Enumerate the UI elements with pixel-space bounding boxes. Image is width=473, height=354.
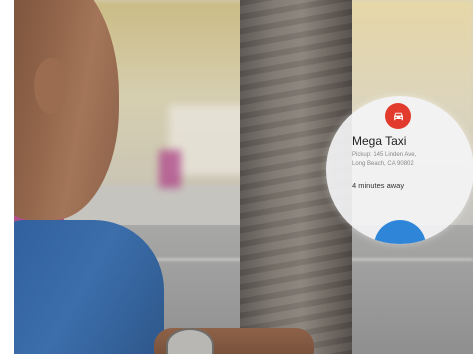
background-pedestrian xyxy=(159,150,181,188)
smartwatch xyxy=(166,328,214,354)
watch-notification-card[interactable]: Mega Taxi Pickup: 145 Linden Ave, Long B… xyxy=(326,96,473,244)
notification-title: Mega Taxi xyxy=(352,134,407,148)
person-shirt xyxy=(14,220,164,354)
car-icon xyxy=(385,103,411,129)
notification-eta: 4 minutes away xyxy=(352,181,405,190)
notification-action-button[interactable] xyxy=(374,220,426,244)
notification-address: Pickup: 145 Linden Ave, Long Beach, CA 9… xyxy=(352,151,462,169)
background-window xyxy=(169,105,249,175)
address-line-2: Long Beach, CA 90802 xyxy=(352,161,414,167)
car-icon-glyph xyxy=(393,112,403,120)
person-ear xyxy=(34,58,68,114)
address-line-1: Pickup: 145 Linden Ave, xyxy=(352,152,417,158)
